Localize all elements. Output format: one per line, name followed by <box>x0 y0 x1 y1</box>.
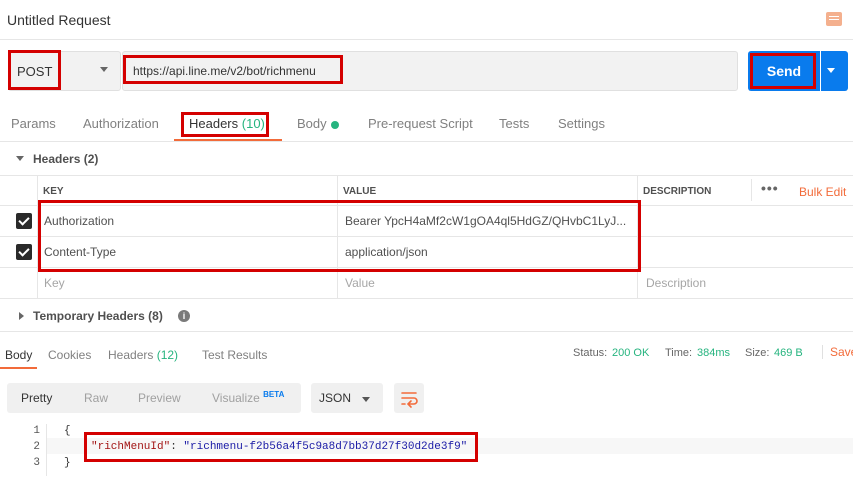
request-title[interactable]: Untitled Request <box>7 12 111 28</box>
divider <box>0 175 853 176</box>
format-value: JSON <box>319 391 352 405</box>
tab-body[interactable]: Body <box>297 116 327 131</box>
tab-params[interactable]: Params <box>11 116 56 131</box>
tab-pre-request-script[interactable]: Pre-request Script <box>368 116 473 131</box>
time-value: 384ms <box>697 347 731 359</box>
header-key-cell[interactable]: Content-Type <box>44 245 116 259</box>
view-visualize-button[interactable]: Visualize BETA <box>212 390 285 405</box>
json-close-brace: } <box>64 457 71 469</box>
header-enabled-checkbox[interactable] <box>16 244 32 260</box>
bulk-edit-link[interactable]: Bulk Edit <box>799 185 846 199</box>
view-preview-button[interactable]: Preview <box>138 391 181 405</box>
size-label: Size: <box>745 347 770 359</box>
new-value-input[interactable]: Value <box>345 276 375 290</box>
time-label: Time: <box>665 347 693 359</box>
comment-icon[interactable] <box>826 12 842 26</box>
json-string-value: "richmenu-f2b56a4f5c9a8d7bb37d27f30d2de3… <box>183 441 468 453</box>
status-value: 200 OK <box>612 347 650 359</box>
header-value-cell[interactable]: application/json <box>345 245 428 259</box>
info-icon[interactable]: i <box>178 310 190 322</box>
json-line[interactable]: "richMenuId": "richmenu-f2b56a4f5c9a8d7b… <box>91 441 467 453</box>
line-number: 3 <box>33 457 40 469</box>
response-tab-headers-count: (12) <box>156 348 179 362</box>
send-button[interactable]: Send <box>748 51 820 91</box>
tab-authorization[interactable]: Authorization <box>83 116 159 131</box>
column-header-description: DESCRIPTION <box>643 186 712 197</box>
header-key-cell[interactable]: Authorization <box>44 214 114 228</box>
chevron-down-icon <box>100 67 108 72</box>
column-header-value: VALUE <box>343 186 377 197</box>
active-tab-underline <box>0 367 37 369</box>
divider <box>37 175 38 298</box>
url-value: https://api.line.me/v2/bot/richmenu <box>133 64 316 78</box>
response-tab-headers-label: Headers <box>108 348 154 362</box>
view-pretty-button[interactable]: Pretty <box>21 391 52 405</box>
title-bar <box>0 0 853 40</box>
new-key-input[interactable]: Key <box>44 276 65 290</box>
view-raw-button[interactable]: Raw <box>84 391 108 405</box>
divider <box>751 179 752 201</box>
save-response-button[interactable]: Save <box>822 345 853 359</box>
divider <box>0 141 853 142</box>
tab-headers-label: Headers <box>189 116 239 131</box>
new-description-input[interactable]: Description <box>646 276 706 290</box>
divider <box>0 298 853 299</box>
response-tab-body[interactable]: Body <box>5 348 32 362</box>
status-label: Status: <box>573 347 608 359</box>
chevron-down-icon <box>827 68 835 73</box>
size-value: 469 B <box>774 347 803 359</box>
json-key: "richMenuId" <box>91 441 171 453</box>
visualize-label: Visualize <box>212 391 260 405</box>
tab-headers-count: (10) <box>241 116 265 131</box>
response-tab-headers[interactable]: Headers (12) <box>108 348 178 362</box>
method-value: POST <box>17 64 53 79</box>
wrap-lines-icon <box>401 392 418 408</box>
beta-badge: BETA <box>263 390 285 399</box>
body-indicator-dot <box>331 121 339 129</box>
more-options-icon[interactable]: ••• <box>761 180 779 196</box>
json-open-brace: { <box>64 425 71 437</box>
header-enabled-checkbox[interactable] <box>16 213 32 229</box>
tab-headers[interactable]: Headers (10) <box>189 116 265 131</box>
chevron-down-icon <box>362 397 370 402</box>
wrap-lines-button[interactable] <box>394 383 424 413</box>
line-number: 2 <box>33 441 40 453</box>
line-number: 1 <box>33 425 40 437</box>
divider <box>0 205 853 206</box>
divider <box>337 175 338 298</box>
header-value-cell[interactable]: Bearer YpcH4aMf2cW1gOA4ql5HdGZ/QHvbC1LyJ… <box>345 214 626 228</box>
response-tab-test-results[interactable]: Test Results <box>202 348 267 362</box>
tab-settings[interactable]: Settings <box>558 116 605 131</box>
response-tab-cookies[interactable]: Cookies <box>48 348 91 362</box>
divider <box>637 175 638 298</box>
json-colon: : <box>170 441 184 453</box>
divider <box>0 331 853 332</box>
divider <box>46 424 47 476</box>
column-header-key: KEY <box>43 186 64 197</box>
chevron-down-icon[interactable] <box>16 156 24 161</box>
temporary-headers-toggle[interactable]: Temporary Headers (8) <box>33 309 163 323</box>
tab-tests[interactable]: Tests <box>499 116 529 131</box>
chevron-right-icon[interactable] <box>19 312 24 320</box>
divider <box>0 236 853 237</box>
divider <box>0 267 853 268</box>
headers-section-title[interactable]: Headers (2) <box>33 152 98 166</box>
